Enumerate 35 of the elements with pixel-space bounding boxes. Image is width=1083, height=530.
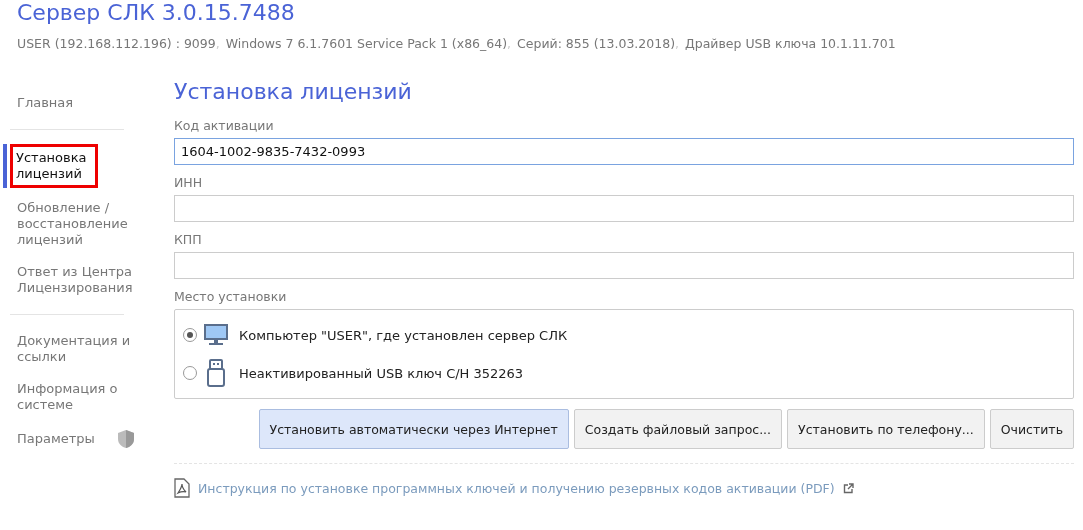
- field-label: Код активации: [174, 118, 275, 133]
- system-info-text: Серий: 855 (13.03.2018): [517, 36, 675, 51]
- action-button[interactable]: Установить автоматически через Интернет: [258, 409, 569, 449]
- pdf-file-icon: [174, 478, 190, 498]
- radio-button[interactable]: [183, 328, 197, 342]
- sidebar-item[interactable]: Обновление / восстановление лицензий: [17, 200, 145, 248]
- shield-icon: [116, 429, 135, 449]
- radio-button[interactable]: [183, 366, 197, 380]
- monitor-icon: [203, 323, 229, 347]
- system-info-text: Windows 7 6.1.7601 Service Pack 1 (x86_64): [225, 36, 508, 51]
- app-title: Сервер СЛК 3.0.15.7488: [17, 0, 296, 26]
- sidebar-item[interactable]: Информация о системе: [17, 381, 145, 413]
- documentation-link[interactable]: Инструкция по установке программных ключей и получению резервных кодов активации (PDF): [198, 480, 835, 496]
- input-field[interactable]: [174, 252, 1074, 279]
- external-link-icon: [842, 482, 854, 494]
- separator-text: ,: [675, 36, 679, 51]
- system-info-text: Драйвер USB ключа 10.1.11.701: [685, 36, 896, 51]
- separator-text: ,: [215, 36, 220, 51]
- action-button[interactable]: Очистить: [989, 409, 1074, 449]
- option-label: Неактивированный USB ключ С/Н 352263: [239, 365, 524, 381]
- action-button[interactable]: Создать файловый запрос...: [573, 409, 783, 449]
- sidebar-item[interactable]: Главная: [17, 95, 74, 111]
- option-label: Компьютер "USER", где установлен сервер СЛК: [239, 327, 568, 343]
- input-field[interactable]: [174, 195, 1074, 222]
- field-label: ИНН: [174, 175, 204, 190]
- sidebar-item[interactable]: Ответ из Центра Лицензирования: [17, 264, 145, 296]
- sidebar-item[interactable]: Параметры: [17, 431, 95, 447]
- page-heading: Установка лицензий: [174, 79, 413, 104]
- field-label: Место установки: [174, 289, 288, 304]
- separator-text: ,: [507, 36, 512, 51]
- system-info-text: USER (192.168.112.196) : 9099: [17, 36, 216, 51]
- field-label: КПП: [174, 232, 203, 247]
- input-field[interactable]: 1604-1002-9835-7432-0993: [174, 138, 1074, 165]
- action-button[interactable]: Установить по телефону...: [787, 409, 985, 449]
- sidebar-item[interactable]: Документация и ссылки: [17, 333, 145, 365]
